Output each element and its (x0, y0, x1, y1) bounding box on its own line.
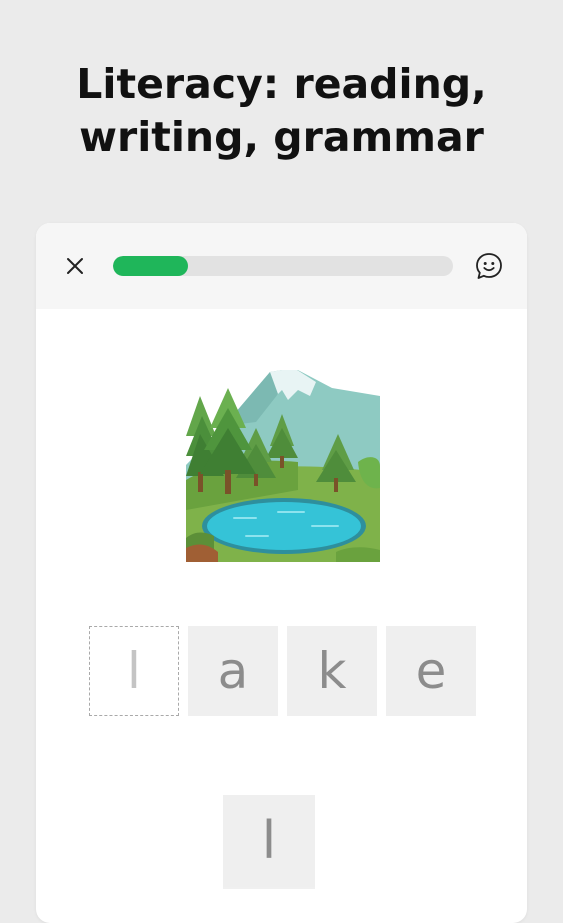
lesson-top-bar (36, 223, 527, 309)
letter-slot-1[interactable]: l (89, 626, 179, 716)
letter-slot-2[interactable]: a (188, 626, 278, 716)
letter-tile-text: l (261, 811, 277, 871)
progress-fill (113, 256, 188, 276)
letter-tile-l[interactable]: l (223, 795, 315, 887)
letter-slot-3-text: k (317, 642, 347, 700)
headline-line-1: Literacy: reading, (76, 60, 487, 108)
close-icon[interactable] (60, 251, 90, 281)
letter-slot-1-text: l (127, 642, 141, 700)
letter-slot-4[interactable]: e (386, 626, 476, 716)
lesson-card: l a k e l (36, 223, 527, 923)
chat-bubble-smile-icon[interactable] (473, 250, 505, 282)
headline: Literacy: reading, writing, grammar (0, 58, 563, 164)
lake-mountain-illustration (186, 368, 380, 562)
letter-slot-4-text: e (415, 642, 447, 700)
progress-bar (113, 256, 453, 276)
headline-line-2: writing, grammar (79, 113, 484, 161)
letter-slot-3[interactable]: k (287, 626, 377, 716)
letter-slot-2-text: a (217, 642, 249, 700)
